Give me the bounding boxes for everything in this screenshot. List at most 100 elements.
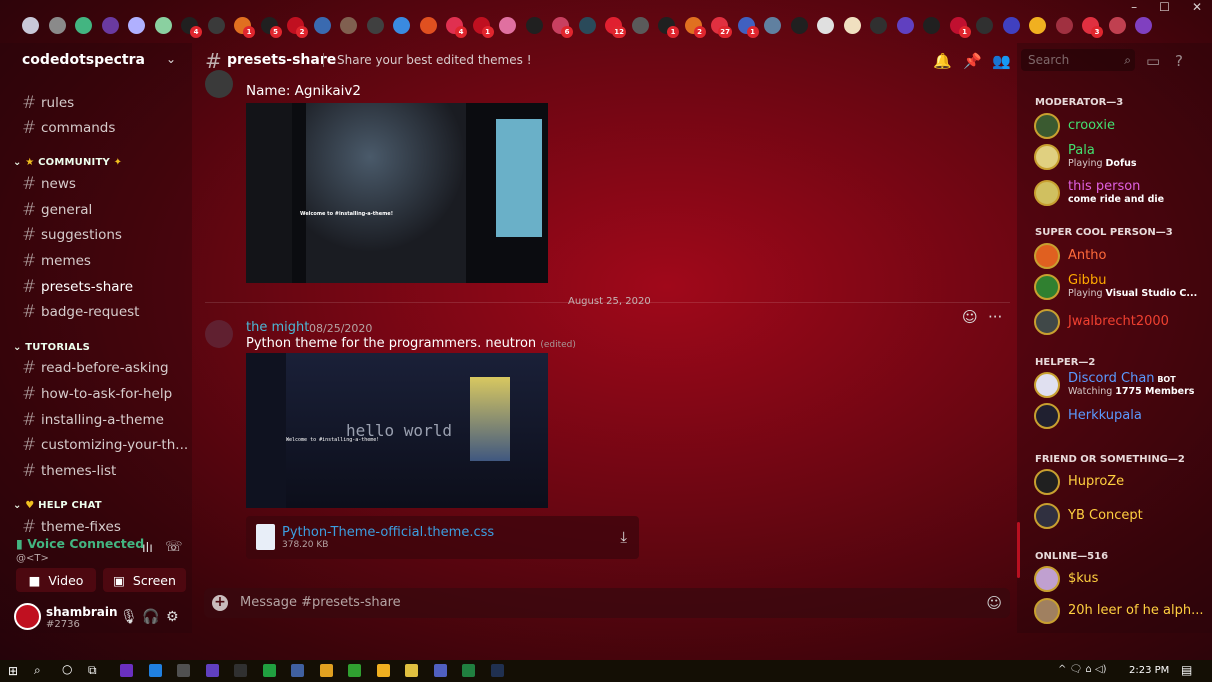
- server-icon[interactable]: [525, 16, 543, 34]
- server-icon[interactable]: 2: [287, 16, 308, 38]
- add-server-icon[interactable]: [1108, 16, 1126, 34]
- server-icon[interactable]: [1055, 16, 1073, 34]
- avatar[interactable]: [1034, 274, 1060, 300]
- explore-icon[interactable]: [1135, 16, 1152, 34]
- member-name[interactable]: Jwalbrecht2000: [1068, 314, 1169, 329]
- cortana-icon[interactable]: ○: [62, 662, 72, 676]
- server-icon[interactable]: [843, 16, 861, 34]
- category-cat_tutorials[interactable]: ⌄ TUTORIALS: [13, 342, 90, 353]
- avatar[interactable]: [1034, 566, 1060, 592]
- server-icon[interactable]: [578, 16, 596, 34]
- server-icon[interactable]: [101, 16, 119, 34]
- channel-customizingyourth[interactable]: # customizing-your-th...: [22, 434, 188, 456]
- channel-installingatheme[interactable]: # installing-a-theme: [22, 409, 164, 431]
- member-name[interactable]: Pala: [1068, 143, 1095, 158]
- chevron-down-icon[interactable]: ⌄: [166, 52, 176, 66]
- taskbar-app-icon[interactable]: [120, 664, 133, 677]
- taskbar-app-icon[interactable]: [405, 664, 418, 677]
- minimize-button[interactable]: –: [1131, 0, 1137, 14]
- server-name[interactable]: codedotspectra: [22, 52, 145, 68]
- add-attachment-icon[interactable]: +: [212, 595, 228, 611]
- add-reaction-icon[interactable]: ☺: [962, 308, 978, 326]
- server-icon[interactable]: 4: [181, 16, 202, 38]
- avatar[interactable]: [1034, 503, 1060, 529]
- server-icon[interactable]: 1: [658, 16, 679, 38]
- discord-icon[interactable]: [22, 16, 39, 34]
- channel-badgerequest[interactable]: # badge-request: [22, 301, 139, 323]
- noise-suppression-icon[interactable]: ılı: [142, 541, 153, 556]
- server-icon[interactable]: 1: [737, 16, 759, 38]
- headphones-icon[interactable]: 🎧: [142, 609, 159, 625]
- taskbar-app-icon[interactable]: [234, 664, 247, 677]
- avatar[interactable]: [1034, 144, 1060, 170]
- disconnect-icon[interactable]: ☏: [165, 539, 183, 555]
- server-icon[interactable]: [207, 16, 225, 34]
- channel-suggestions[interactable]: # suggestions: [22, 224, 122, 246]
- server-icon[interactable]: [499, 16, 516, 34]
- taskbar-app-icon[interactable]: [319, 664, 333, 677]
- server-icon[interactable]: 3: [1082, 16, 1103, 38]
- video-button[interactable]: ■ Video: [16, 568, 96, 592]
- server-icon[interactable]: [154, 16, 172, 34]
- maximize-button[interactable]: ☐: [1159, 0, 1170, 14]
- clock[interactable]: 2:23 PM: [1129, 665, 1169, 676]
- avatar[interactable]: [1034, 180, 1060, 206]
- avatar[interactable]: [14, 603, 41, 630]
- server-icon[interactable]: [923, 16, 940, 34]
- server-icon[interactable]: 27: [711, 16, 732, 38]
- avatar[interactable]: [205, 320, 233, 348]
- category-cat_community[interactable]: ⌄ ★ COMMUNITY ✦: [13, 157, 122, 168]
- server-icon[interactable]: 12: [605, 16, 626, 38]
- server-icon[interactable]: [976, 16, 993, 34]
- task-view-icon[interactable]: ⧉: [88, 663, 97, 678]
- screen-button[interactable]: ▣ Screen: [103, 568, 186, 592]
- search-icon[interactable]: ⌕: [34, 663, 41, 678]
- bell-icon[interactable]: 🔔: [933, 52, 952, 70]
- member-name[interactable]: HuproZe: [1068, 474, 1124, 489]
- taskbar-app-icon[interactable]: [348, 664, 361, 677]
- channel-presetsshare[interactable]: # presets-share: [22, 276, 133, 298]
- server-icon[interactable]: 1: [949, 16, 971, 38]
- channel-general[interactable]: # general: [22, 199, 92, 221]
- download-icon[interactable]: ⤓: [620, 528, 627, 546]
- taskbar-app-icon[interactable]: [376, 664, 390, 677]
- avatar[interactable]: [1034, 113, 1060, 139]
- server-icon[interactable]: [340, 16, 357, 34]
- server-icon[interactable]: 6: [552, 16, 573, 38]
- file-name[interactable]: Python-Theme-official.theme.css: [282, 525, 494, 540]
- scrollbar[interactable]: [1017, 522, 1020, 578]
- windows-start-icon[interactable]: ⊞: [8, 664, 18, 678]
- channel-themeslist[interactable]: # themes-list: [22, 460, 116, 482]
- server-icon[interactable]: 2: [684, 16, 706, 38]
- member-name[interactable]: crooxie: [1068, 118, 1115, 133]
- server-icon[interactable]: 1: [472, 16, 494, 38]
- server-icon[interactable]: [366, 16, 384, 34]
- settings-gear-icon[interactable]: ⚙: [166, 609, 179, 625]
- member-name[interactable]: Gibbu: [1068, 273, 1106, 288]
- message-author[interactable]: the might: [246, 320, 309, 335]
- pub-server-icon[interactable]: [48, 16, 66, 34]
- green-server-icon[interactable]: [75, 16, 92, 34]
- avatar[interactable]: [1034, 403, 1060, 429]
- avatar[interactable]: [1034, 372, 1060, 398]
- category-cat_help[interactable]: ⌄ ♥ HELP CHAT: [13, 500, 102, 511]
- avatar[interactable]: [1034, 243, 1060, 269]
- taskbar-app-icon[interactable]: [205, 664, 219, 677]
- server-icon[interactable]: [817, 16, 834, 34]
- channel-commands[interactable]: # commands: [22, 117, 115, 139]
- taskbar-app-icon[interactable]: [291, 664, 304, 677]
- members-icon[interactable]: 👥: [992, 52, 1011, 70]
- channel-howtoaskforhelp[interactable]: # how-to-ask-for-help: [22, 383, 172, 405]
- server-icon[interactable]: [393, 16, 410, 34]
- more-options-icon[interactable]: ···: [988, 308, 1002, 326]
- server-icon[interactable]: 4: [446, 16, 467, 38]
- file-attachment[interactable]: Python-Theme-official.theme.css 378.20 K…: [246, 516, 639, 559]
- member-name[interactable]: this person: [1068, 179, 1140, 194]
- pin-icon[interactable]: 📌: [963, 52, 982, 70]
- avatar[interactable]: [205, 70, 233, 98]
- emoji-picker-icon[interactable]: ☺: [986, 594, 1002, 612]
- server-icon[interactable]: 5: [260, 16, 282, 38]
- member-name[interactable]: Herkkupala: [1068, 408, 1142, 423]
- server-icon[interactable]: [313, 16, 331, 34]
- server-icon[interactable]: [896, 16, 914, 34]
